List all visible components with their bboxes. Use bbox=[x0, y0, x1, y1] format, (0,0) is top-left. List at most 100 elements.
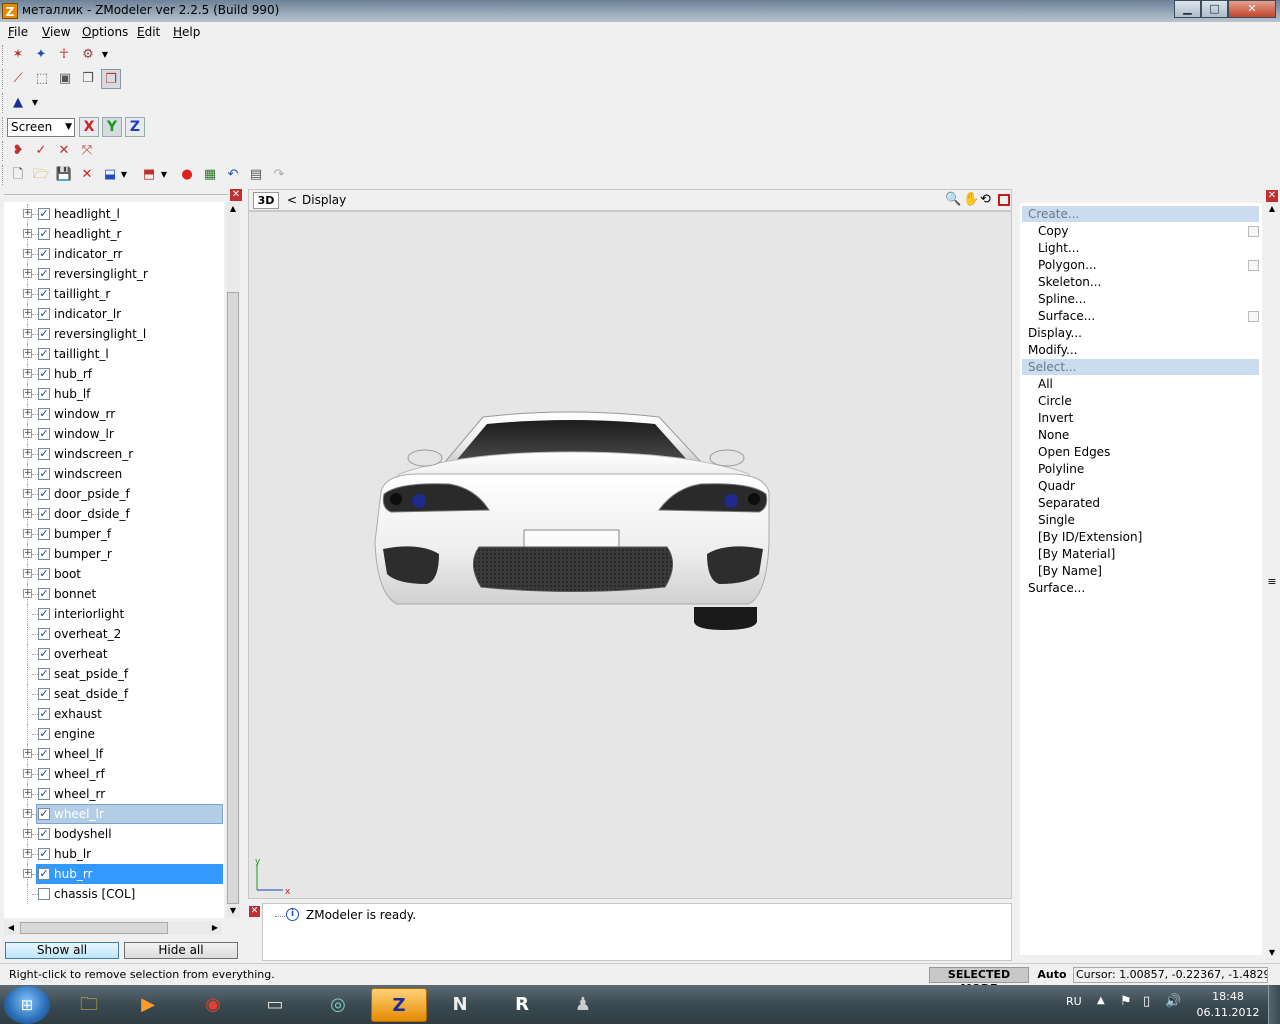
zmodeler-task-icon[interactable]: Z bbox=[371, 988, 427, 1022]
tree-item[interactable]: + ✓ indicator_rr bbox=[4, 244, 224, 264]
scale-icon[interactable]: ✕ bbox=[54, 141, 74, 161]
show-all-button[interactable]: Show all bbox=[5, 942, 119, 959]
visibility-checkbox[interactable]: ✓ bbox=[38, 868, 50, 880]
tree-horizontal-scrollbar[interactable]: ◀ ▶ bbox=[4, 921, 222, 935]
expand-icon[interactable]: + bbox=[23, 229, 32, 238]
move-icon[interactable]: ❥ bbox=[8, 141, 28, 161]
import-icon[interactable]: ⬓ bbox=[100, 165, 120, 185]
visibility-checkbox[interactable]: ✓ bbox=[38, 548, 50, 560]
show-desktop-button[interactable] bbox=[1268, 985, 1280, 1024]
visibility-checkbox[interactable]: ✓ bbox=[38, 508, 50, 520]
tree-vertical-scrollbar[interactable]: ▲ ▼ bbox=[226, 202, 240, 918]
tree-item[interactable]: + ✓ taillight_r bbox=[4, 284, 224, 304]
tree-item[interactable]: ✓ seat_dside_f bbox=[4, 684, 224, 704]
visibility-checkbox[interactable]: ✓ bbox=[38, 768, 50, 780]
tree-item[interactable]: + ✓ headlight_r bbox=[4, 224, 224, 244]
expand-icon[interactable]: + bbox=[23, 529, 32, 538]
menu-view[interactable]: View bbox=[42, 25, 70, 39]
splitter-grip-icon[interactable]: ≡ bbox=[1266, 575, 1278, 588]
minimize-button[interactable]: ▁ bbox=[1174, 0, 1201, 18]
tree-item[interactable]: ✓ overheat bbox=[4, 644, 224, 664]
dropdown-arrow-icon[interactable]: ▼ bbox=[29, 93, 41, 113]
command-item[interactable]: Spline... bbox=[1038, 292, 1086, 306]
options-box-icon[interactable] bbox=[1248, 311, 1259, 322]
menu-file[interactable]: File bbox=[8, 25, 28, 39]
expand-icon[interactable]: + bbox=[23, 829, 32, 838]
command-item[interactable]: Polygon... bbox=[1038, 258, 1097, 272]
command-item[interactable]: Light... bbox=[1038, 241, 1079, 255]
command-item[interactable]: [By Name] bbox=[1038, 564, 1102, 578]
menu-options[interactable]: Options bbox=[82, 25, 128, 39]
command-item[interactable]: [By Material] bbox=[1038, 547, 1115, 561]
breadcrumb[interactable]: Display bbox=[302, 193, 346, 207]
tree-item[interactable]: ✓ seat_pside_f bbox=[4, 664, 224, 684]
visibility-checkbox[interactable]: ✓ bbox=[38, 748, 50, 760]
save-icon[interactable]: 💾 bbox=[54, 165, 74, 185]
tree-item[interactable]: + ✓ hub_rr bbox=[4, 864, 224, 884]
command-item[interactable]: All bbox=[1038, 377, 1053, 391]
open-folder-icon[interactable]: 🗁 bbox=[31, 165, 51, 185]
close-icon[interactable]: ✕ bbox=[230, 189, 242, 201]
level-face-icon[interactable]: ▣ bbox=[55, 69, 75, 89]
visibility-checkbox[interactable]: ✓ bbox=[38, 468, 50, 480]
tree-item[interactable]: + ✓ taillight_l bbox=[4, 344, 224, 364]
new-file-icon[interactable]: 🗋 bbox=[8, 165, 28, 185]
expand-icon[interactable]: + bbox=[23, 809, 32, 818]
export-icon[interactable]: ⬒ bbox=[139, 165, 159, 185]
visibility-checkbox[interactable]: ✓ bbox=[38, 348, 50, 360]
tree-item[interactable]: + ✓ indicator_lr bbox=[4, 304, 224, 324]
tree-item[interactable]: + ✓ boot bbox=[4, 564, 224, 584]
scroll-thumb[interactable] bbox=[20, 922, 168, 934]
scroll-thumb[interactable] bbox=[227, 292, 239, 904]
chrome-icon[interactable]: ◉ bbox=[188, 988, 238, 1022]
maximize-view-icon[interactable] bbox=[998, 194, 1010, 206]
3d-viewport[interactable]: y x bbox=[248, 211, 1012, 899]
command-item[interactable]: Polyline bbox=[1038, 462, 1084, 476]
scroll-left-icon[interactable]: ◀ bbox=[4, 921, 18, 935]
command-item[interactable]: Invert bbox=[1038, 411, 1073, 425]
visibility-checkbox[interactable]: ✓ bbox=[38, 588, 50, 600]
options-box-icon[interactable] bbox=[1248, 226, 1259, 237]
redo-icon[interactable]: ↷ bbox=[269, 165, 289, 185]
visibility-checkbox[interactable]: ✓ bbox=[38, 488, 50, 500]
options-box-icon[interactable] bbox=[1248, 260, 1259, 271]
expand-icon[interactable]: + bbox=[23, 389, 32, 398]
maximize-button[interactable]: □ bbox=[1201, 0, 1228, 18]
visibility-checkbox[interactable]: ✓ bbox=[38, 808, 50, 820]
visibility-checkbox[interactable]: ✓ bbox=[38, 628, 50, 640]
tree-item[interactable]: + ✓ door_dside_f bbox=[4, 504, 224, 524]
expand-icon[interactable]: + bbox=[23, 769, 32, 778]
tree-item[interactable]: + ✓ hub_lf bbox=[4, 384, 224, 404]
dropdown-arrow-icon[interactable]: ▼ bbox=[99, 45, 111, 65]
command-item[interactable]: Copy bbox=[1038, 224, 1068, 238]
tree-item[interactable]: + ✓ reversinglight_l bbox=[4, 324, 224, 344]
visibility-checkbox[interactable]: ✓ bbox=[38, 388, 50, 400]
tree-item[interactable]: ✓ overheat_2 bbox=[4, 624, 224, 644]
visibility-checkbox[interactable]: ✓ bbox=[38, 328, 50, 340]
clock-date[interactable]: 06.11.2012 bbox=[1196, 1006, 1260, 1019]
close-button[interactable]: ✕ bbox=[1228, 0, 1276, 18]
scroll-up-icon[interactable]: ▲ bbox=[1266, 203, 1278, 215]
undo-icon[interactable]: ↶ bbox=[223, 165, 243, 185]
tree-item[interactable]: + ✓ bumper_f bbox=[4, 524, 224, 544]
properties-icon[interactable]: ▤ bbox=[246, 165, 266, 185]
command-item[interactable]: Open Edges bbox=[1038, 445, 1110, 459]
command-group[interactable]: Surface... bbox=[1028, 581, 1085, 595]
tree-item[interactable]: ✓ exhaust bbox=[4, 704, 224, 724]
visibility-checkbox[interactable] bbox=[38, 888, 50, 900]
visibility-checkbox[interactable]: ✓ bbox=[38, 688, 50, 700]
close-icon[interactable]: ✕ bbox=[1266, 190, 1278, 202]
expand-icon[interactable]: + bbox=[23, 269, 32, 278]
scroll-down-icon[interactable]: ▼ bbox=[226, 904, 240, 918]
expand-icon[interactable]: + bbox=[23, 789, 32, 798]
tree-item[interactable]: + ✓ wheel_rr bbox=[4, 784, 224, 804]
scroll-down-icon[interactable]: ▼ bbox=[1266, 947, 1278, 959]
tree-item[interactable]: + ✓ headlight_l bbox=[4, 204, 224, 224]
select-mode-icon[interactable]: ⚙ bbox=[78, 45, 98, 65]
view-mode-button[interactable]: 3D bbox=[253, 192, 279, 209]
language-indicator[interactable]: RU bbox=[1066, 995, 1082, 1008]
expand-icon[interactable]: + bbox=[23, 249, 32, 258]
tree-item[interactable]: + ✓ wheel_lf bbox=[4, 744, 224, 764]
menu-edit[interactable]: Edit bbox=[137, 25, 160, 39]
expand-icon[interactable]: + bbox=[23, 409, 32, 418]
